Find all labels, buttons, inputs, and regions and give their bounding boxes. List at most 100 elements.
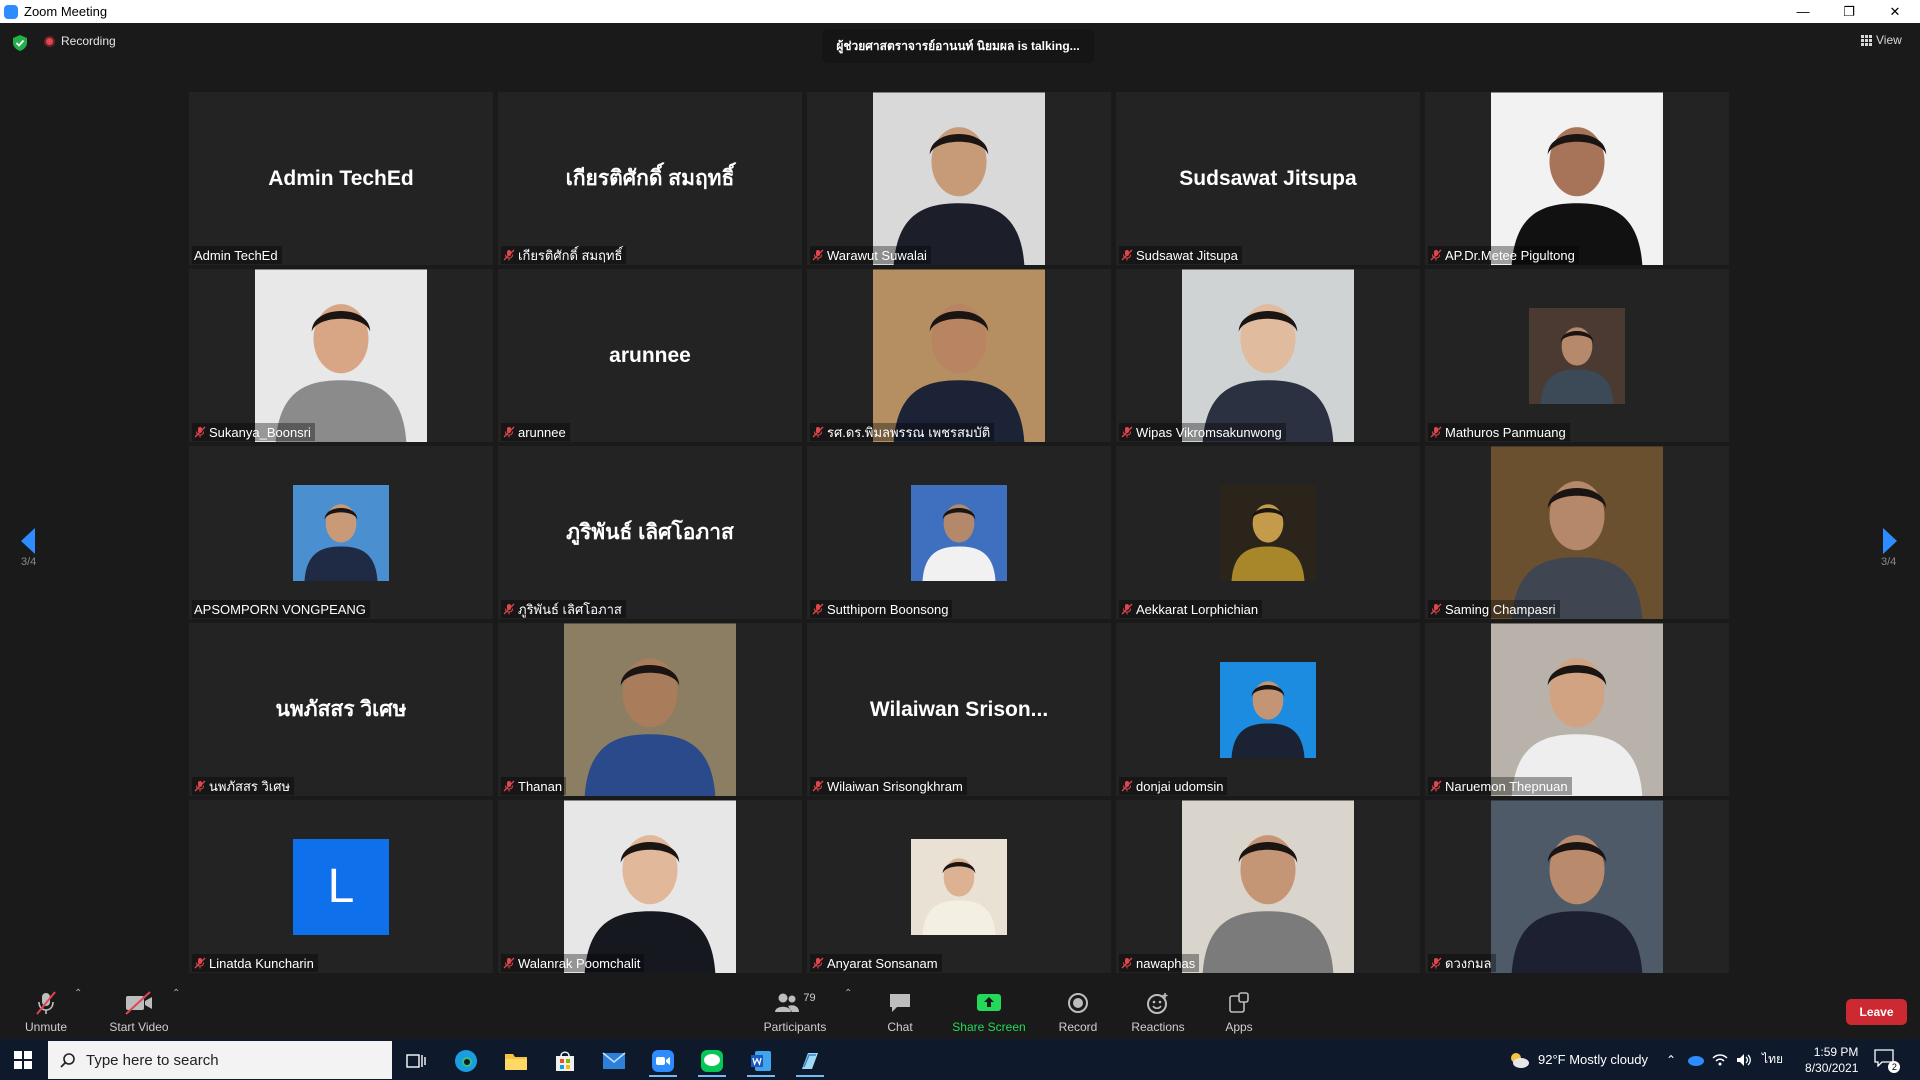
mail-icon[interactable] <box>594 1045 634 1077</box>
restore-button[interactable]: ❐ <box>1826 0 1872 23</box>
microsoft-store-icon[interactable] <box>545 1045 585 1077</box>
participant-name: นพภัสสร วิเศษ <box>209 778 291 794</box>
participant-tile[interactable]: L Linatda Kuncharin <box>189 800 493 973</box>
muted-mic-icon <box>194 957 206 969</box>
notification-count-badge: 2 <box>1888 1060 1901 1073</box>
system-tray: 92°F Mostly cloudy ⌃ ไทย 1:59 PM 8/30/20… <box>1508 1039 1901 1080</box>
participant-tile[interactable]: AP.Dr.Metee Pigultong <box>1425 92 1729 265</box>
reactions-label: Reactions <box>1131 1020 1185 1034</box>
participant-display-name: เกียรติศักดิ์ สมฤทธิ์ <box>565 167 735 190</box>
video-options-caret-icon[interactable]: ⌃ <box>172 988 180 999</box>
clock[interactable]: 1:59 PM 8/30/2021 <box>1805 1044 1858 1076</box>
participant-display-name: Admin TechEd <box>268 166 414 190</box>
word-icon[interactable] <box>741 1045 781 1077</box>
participant-tile[interactable]: Aekkarat Lorphichian <box>1116 446 1420 619</box>
participant-name-label: ดวงกมล <box>1428 954 1496 972</box>
participant-video-feed <box>911 484 1007 581</box>
windows-start-icon[interactable] <box>14 1051 32 1069</box>
participant-name-label: Sutthiporn Boonsong <box>810 600 953 618</box>
participant-tile[interactable]: Naruemon Thepnuan <box>1425 623 1729 796</box>
participant-video-feed <box>564 800 736 973</box>
participant-tile[interactable]: Saming Champasri <box>1425 446 1729 619</box>
participant-tile[interactable]: Wipas Vikromsakunwong <box>1116 269 1420 442</box>
participant-tile[interactable]: รศ.ดร.พิมลพรรณ เพชรสมบัติ <box>807 269 1111 442</box>
zoom-taskbar-icon[interactable] <box>643 1045 683 1077</box>
reactions-button[interactable]: Reactions <box>1130 980 1186 1039</box>
participant-tile[interactable]: Mathuros Panmuang <box>1425 269 1729 442</box>
participant-tile[interactable]: nawaphas <box>1116 800 1420 973</box>
muted-mic-icon <box>1430 426 1442 438</box>
participant-tile[interactable]: Sutthiporn Boonsong <box>807 446 1111 619</box>
tray-overflow-caret-icon[interactable]: ⌃ <box>1666 1053 1676 1067</box>
file-explorer-icon[interactable] <box>496 1045 536 1077</box>
participant-tile[interactable]: Admin TechEd Admin TechEd <box>189 92 493 265</box>
participant-tile[interactable]: Walanrak Poomchalit <box>498 800 802 973</box>
view-button[interactable]: View <box>1861 33 1902 47</box>
weather-cloud-icon[interactable] <box>1508 1052 1530 1068</box>
wifi-icon[interactable] <box>1712 1053 1728 1067</box>
participant-tile[interactable]: นพภัสสร วิเศษ นพภัสสร วิเศษ <box>189 623 493 796</box>
unmute-button[interactable]: Unmute <box>18 980 74 1039</box>
participant-tile[interactable]: Sukanya_Boonsri <box>189 269 493 442</box>
share-screen-icon <box>977 994 1001 1011</box>
notification-center-icon[interactable]: 2 <box>1874 1048 1901 1073</box>
muted-mic-icon <box>1430 603 1442 615</box>
participant-tile[interactable]: Sudsawat Jitsupa Sudsawat Jitsupa <box>1116 92 1420 265</box>
participant-tile[interactable]: ดวงกมล <box>1425 800 1729 973</box>
chat-icon <box>890 994 910 1012</box>
chat-button[interactable]: Chat <box>880 980 920 1039</box>
participant-tile[interactable]: Anyarat Sonsanam <box>807 800 1111 973</box>
weather-text[interactable]: 92°F Mostly cloudy <box>1538 1052 1648 1067</box>
participant-video-feed <box>1491 800 1663 973</box>
participant-name-label: Mathuros Panmuang <box>1428 423 1570 441</box>
muted-mic-icon <box>812 249 824 261</box>
search-icon <box>60 1053 75 1068</box>
record-icon <box>1068 993 1088 1013</box>
page-indicator-right: 3/4 <box>1881 556 1897 568</box>
minimize-button[interactable]: — <box>1780 0 1826 23</box>
participant-tile[interactable]: arunnee arunnee <box>498 269 802 442</box>
onedrive-cloud-icon[interactable] <box>1686 1054 1705 1066</box>
participant-tile[interactable]: เกียรติศักดิ์ สมฤทธิ์ เกียรติศักดิ์ สมฤทธ… <box>498 92 802 265</box>
muted-mic-icon <box>503 426 515 438</box>
next-page-arrow-icon[interactable] <box>1881 528 1899 554</box>
task-view-icon[interactable] <box>396 1045 436 1077</box>
recording-indicator[interactable]: Recording <box>44 34 116 48</box>
participant-name-label: AP.Dr.Metee Pigultong <box>1428 246 1579 264</box>
participant-tile[interactable]: Wilaiwan Srison... Wilaiwan Srisongkhram <box>807 623 1111 796</box>
snip-tool-icon[interactable] <box>790 1045 830 1077</box>
participant-name: Wilaiwan Srisongkhram <box>827 778 963 794</box>
participant-tile[interactable]: Warawut Suwalai <box>807 92 1111 265</box>
apps-button[interactable]: Apps <box>1222 980 1256 1039</box>
participant-name: Thanan <box>518 778 563 794</box>
previous-page-arrow-icon[interactable] <box>19 528 37 554</box>
participants-options-caret-icon[interactable]: ⌃ <box>844 988 852 999</box>
window-title: Zoom Meeting <box>24 4 108 19</box>
apps-label: Apps <box>1225 1020 1253 1034</box>
encryption-shield-icon[interactable] <box>13 35 27 51</box>
participant-tile[interactable]: ภูริพันธ์ เลิศโอภาส ภูริพันธ์ เลิศโอภาส <box>498 446 802 619</box>
participant-tile[interactable]: APSOMPORN VONGPEANG <box>189 446 493 619</box>
muted-mic-icon <box>1121 603 1133 615</box>
unmute-label: Unmute <box>24 1020 68 1034</box>
muted-mic-icon <box>194 426 206 438</box>
leave-button[interactable]: Leave <box>1846 999 1907 1025</box>
line-app-icon[interactable] <box>692 1045 732 1077</box>
volume-icon[interactable] <box>1736 1053 1752 1067</box>
participant-name-label: Aekkarat Lorphichian <box>1119 600 1263 618</box>
edge-browser-icon[interactable] <box>446 1045 486 1077</box>
muted-mic-icon <box>503 780 515 792</box>
taskbar-search-box[interactable]: Type here to search <box>48 1041 392 1079</box>
participants-button[interactable]: 79 Participants <box>758 980 832 1039</box>
input-language-indicator[interactable]: ไทย <box>1762 1050 1783 1069</box>
participant-tile[interactable]: donjai udomsin <box>1116 623 1420 796</box>
share-screen-button[interactable]: Share Screen <box>950 980 1028 1039</box>
participant-name-label: Wipas Vikromsakunwong <box>1119 423 1286 441</box>
record-button[interactable]: Record <box>1054 980 1102 1039</box>
participant-name-label: Sukanya_Boonsri <box>192 423 315 441</box>
start-video-button[interactable]: Start Video <box>104 980 174 1039</box>
participant-tile[interactable]: Thanan <box>498 623 802 796</box>
audio-options-caret-icon[interactable]: ⌃ <box>74 988 82 999</box>
close-button[interactable]: ✕ <box>1872 0 1918 23</box>
muted-mic-icon <box>194 780 206 792</box>
